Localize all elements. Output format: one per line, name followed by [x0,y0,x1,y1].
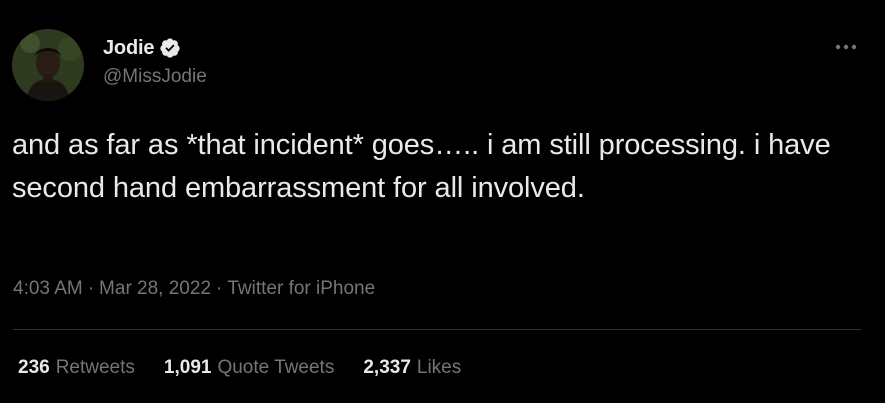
tweet-source-link[interactable]: Twitter for iPhone [227,278,375,299]
verified-badge-icon [159,37,181,59]
author-handle[interactable]: @MissJodie [103,66,207,88]
meta-separator: · [87,278,95,299]
stat-count: 236 [18,357,50,378]
tweet-time-link[interactable]: 4:03 AM · Mar 28, 2022 [13,278,211,299]
profile-photo [12,29,84,101]
stat-label: Quote Tweets [217,357,335,378]
tweet-text: and as far as *that incident* goes….. i … [12,129,831,204]
stat-label: Likes [416,357,462,378]
author-name-row[interactable]: Jodie [103,35,181,61]
tweet-meta: 4:03 AM · Mar 28, 2022 · Twitter for iPhone [13,278,375,300]
engagement-stats: 236 Retweets 1,091 Quote Tweets 2,337 Likes [18,357,461,379]
meta-separator: · [216,278,223,299]
quote-tweets-stat[interactable]: 1,091 Quote Tweets [164,357,334,379]
more-horizontal-icon[interactable] [833,40,859,52]
divider [13,329,861,330]
retweets-stat[interactable]: 236 Retweets [18,357,135,379]
stat-count: 2,337 [363,357,411,378]
display-name[interactable]: Jodie [103,37,154,60]
avatar[interactable] [12,29,84,101]
likes-stat[interactable]: 2,337 Likes [363,357,461,379]
tweet-time: 4:03 AM [13,278,83,299]
tweet-date: Mar 28, 2022 [99,278,212,299]
stat-count: 1,091 [163,357,212,378]
stat-label: Retweets [55,357,135,378]
